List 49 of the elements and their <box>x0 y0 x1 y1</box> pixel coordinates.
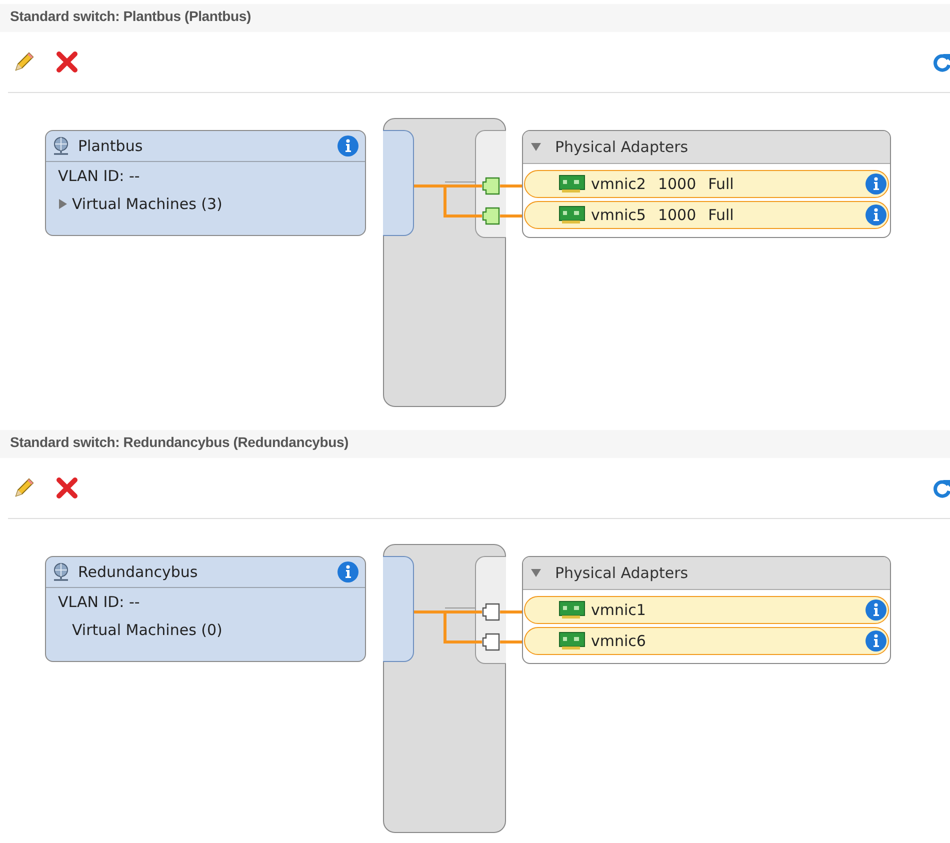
edit-button[interactable] <box>12 50 36 74</box>
virtual-machines-label[interactable]: Virtual Machines (3) <box>72 195 222 213</box>
delete-button[interactable] <box>56 477 78 499</box>
network-icon <box>52 136 70 156</box>
adapter-speed: 1000 <box>658 206 696 224</box>
info-icon[interactable] <box>865 630 887 652</box>
switch-title: Standard switch: Plantbus (Plantbus) <box>0 4 950 32</box>
refresh-button[interactable] <box>932 477 950 499</box>
network-icon <box>52 562 70 582</box>
info-icon[interactable] <box>865 599 887 621</box>
network-card-icon <box>559 632 585 650</box>
delete-icon <box>56 477 78 499</box>
adapter-duplex: Full <box>708 206 734 224</box>
pencil-icon <box>12 50 36 74</box>
vlan-id-label: VLAN ID: -- <box>58 593 140 611</box>
expand-arrow-icon[interactable] <box>58 199 68 209</box>
virtual-machines-label[interactable]: Virtual Machines (0) <box>72 621 222 639</box>
vlan-id-label: VLAN ID: -- <box>58 167 140 185</box>
adapter-name: vmnic2 <box>591 175 646 193</box>
physical-adapters-title: Physical Adapters <box>555 564 688 582</box>
physical-adapters-title: Physical Adapters <box>555 138 688 156</box>
refresh-icon <box>932 51 950 73</box>
delete-button[interactable] <box>56 51 78 73</box>
adapter-row[interactable]: vmnic6 <box>524 627 889 655</box>
port-group-name: Redundancybus <box>78 563 199 581</box>
port-group-name: Plantbus <box>78 137 144 155</box>
adapter-row[interactable]: vmnic5 1000 Full <box>524 201 889 229</box>
collapse-arrow-icon[interactable] <box>531 142 541 152</box>
pencil-icon <box>12 476 36 500</box>
network-card-icon <box>559 601 585 619</box>
adapter-duplex: Full <box>708 175 734 193</box>
info-icon[interactable] <box>337 135 359 157</box>
refresh-icon <box>932 477 950 499</box>
info-icon[interactable] <box>865 204 887 226</box>
network-card-icon <box>559 175 585 193</box>
info-icon[interactable] <box>337 561 359 583</box>
adapter-row[interactable]: vmnic2 1000 Full <box>524 170 889 198</box>
collapse-arrow-icon[interactable] <box>531 568 541 578</box>
refresh-button[interactable] <box>932 51 950 73</box>
delete-icon <box>56 51 78 73</box>
adapter-row[interactable]: vmnic1 <box>524 596 889 624</box>
adapter-name: vmnic5 <box>591 206 646 224</box>
adapter-name: vmnic6 <box>591 632 646 650</box>
adapter-name: vmnic1 <box>591 601 646 619</box>
adapter-speed: 1000 <box>658 175 696 193</box>
switch-title: Standard switch: Redundancybus (Redundancybus) <box>0 430 950 458</box>
info-icon[interactable] <box>865 173 887 195</box>
network-card-icon <box>559 206 585 224</box>
edit-button[interactable] <box>12 476 36 500</box>
